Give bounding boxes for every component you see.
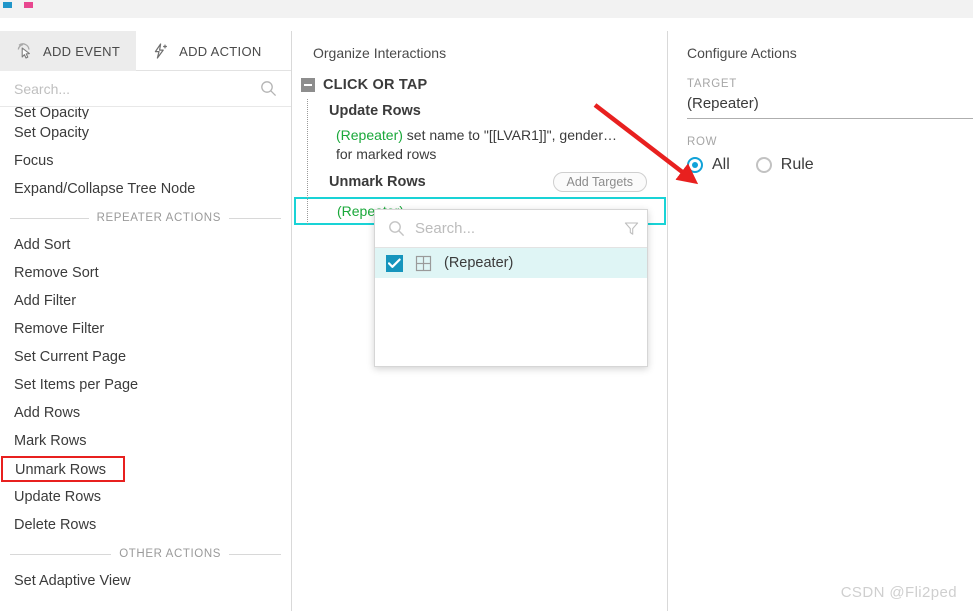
- tab-add-event-label: ADD EVENT: [43, 43, 121, 59]
- list-item-set-current-page[interactable]: Set Current Page: [0, 343, 291, 371]
- list-item-mark-rows[interactable]: Mark Rows: [0, 427, 291, 455]
- sidebar-search-row[interactable]: [0, 71, 291, 107]
- add-targets-button[interactable]: Add Targets: [552, 172, 647, 192]
- list-item-focus[interactable]: Focus: [0, 147, 291, 175]
- mini-square-blue-icon: [3, 2, 12, 8]
- target-field-label: TARGET: [687, 78, 737, 90]
- list-item-remove-filter[interactable]: Remove Filter: [0, 315, 291, 343]
- action-description-update-rows[interactable]: (Repeater) set name to "[[LVAR1]]", gend…: [293, 126, 623, 164]
- list-item-set-opacity[interactable]: Set Opacity: [0, 119, 291, 147]
- list-item-update-rows[interactable]: Update Rows: [0, 483, 291, 511]
- repeater-grid-icon: [415, 255, 432, 272]
- list-item-add-sort[interactable]: Add Sort: [0, 231, 291, 259]
- popup-list-item-label: (Repeater): [444, 255, 514, 271]
- target-picker-popup: (Repeater): [374, 209, 648, 367]
- checkbox-repeater[interactable]: [386, 254, 403, 272]
- sidebar-tabs: ADD EVENT ADD ACTION: [0, 31, 291, 71]
- radio-option-rule[interactable]: Rule: [755, 156, 814, 174]
- list-item-unmark-rows-wrap: Unmark Rows: [0, 455, 291, 483]
- row-field-label: ROW: [687, 136, 718, 148]
- title-bar: [0, 0, 973, 18]
- tab-add-action-label: ADD ACTION: [179, 43, 262, 59]
- search-input[interactable]: [14, 80, 260, 97]
- action-row-unmark-rows: Unmark Rows Add Targets: [293, 172, 667, 192]
- list-item-set-items-per-page[interactable]: Set Items per Page: [0, 371, 291, 399]
- section-divider-other-actions: OTHER ACTIONS: [0, 541, 291, 567]
- list-item-add-filter[interactable]: Add Filter: [0, 287, 291, 315]
- action-title-unmark-rows[interactable]: Unmark Rows: [293, 174, 426, 190]
- list-item-remove-sort[interactable]: Remove Sort: [0, 259, 291, 287]
- list-item-clipped[interactable]: Set Opacity: [0, 107, 291, 119]
- target-field-value[interactable]: (Repeater): [669, 95, 973, 112]
- title-bar-icons: [3, 2, 33, 8]
- watermark: CSDN @Fli2ped: [840, 584, 957, 601]
- event-row-click-or-tap[interactable]: CLICK OR TAP: [293, 77, 667, 93]
- configure-actions-panel: Configure Actions TARGET (Repeater) ROW …: [669, 31, 973, 611]
- filter-funnel-icon[interactable]: [624, 221, 639, 236]
- event-label: CLICK OR TAP: [323, 77, 428, 93]
- tree-connector-line: [307, 99, 308, 224]
- list-item-set-adaptive-view[interactable]: Set Adaptive View: [0, 567, 291, 595]
- action-target-repeater: (Repeater): [336, 127, 403, 143]
- cursor-click-icon: [16, 42, 34, 60]
- list-item-unmark-rows[interactable]: Unmark Rows: [1, 456, 125, 482]
- list-item-delete-rows[interactable]: Delete Rows: [0, 511, 291, 539]
- popup-search-row[interactable]: [375, 210, 647, 248]
- target-field-underline: [687, 118, 973, 119]
- interactions-tree: CLICK OR TAP Update Rows (Repeater) set …: [293, 77, 667, 225]
- actions-list: Set Opacity Set Opacity Focus Expand/Col…: [0, 107, 291, 595]
- title-bar-spacer: [0, 18, 973, 31]
- list-item-expand-collapse-tree-node[interactable]: Expand/Collapse Tree Node: [0, 175, 291, 203]
- actions-sidebar: ADD EVENT ADD ACTION Search... Set Opaci…: [0, 31, 292, 611]
- app-window: ADD EVENT ADD ACTION Search... Set Opaci…: [0, 0, 973, 611]
- tab-add-action[interactable]: ADD ACTION: [136, 31, 277, 71]
- organize-interactions-title: Organize Interactions: [313, 45, 447, 61]
- section-label-other-actions: OTHER ACTIONS: [119, 548, 221, 560]
- search-icon: [388, 220, 405, 237]
- row-radio-group: All Rule: [669, 156, 973, 174]
- radio-option-all[interactable]: All: [687, 156, 730, 174]
- list-item-add-rows[interactable]: Add Rows: [0, 399, 291, 427]
- action-description-text-line2: for marked rows: [336, 146, 437, 162]
- section-label-repeater-actions: REPEATER ACTIONS: [96, 212, 221, 224]
- mini-square-pink-icon: [24, 2, 33, 8]
- radio-rule-label: Rule: [780, 156, 814, 173]
- popup-list-item-repeater[interactable]: (Repeater): [375, 248, 647, 278]
- collapse-minus-icon[interactable]: [301, 78, 315, 92]
- search-icon[interactable]: [260, 80, 277, 97]
- radio-all-label: All: [712, 156, 730, 173]
- lightning-plus-icon: [152, 42, 170, 60]
- section-divider-repeater-actions: REPEATER ACTIONS: [0, 205, 291, 231]
- radio-all-dot[interactable]: [687, 157, 703, 173]
- action-description-text: set name to "[[LVAR1]]", gender…: [402, 127, 618, 143]
- radio-rule-dot[interactable]: [755, 157, 772, 173]
- configure-actions-title: Configure Actions: [687, 45, 797, 61]
- tab-add-event[interactable]: ADD EVENT: [0, 31, 137, 71]
- action-title-update-rows[interactable]: Update Rows: [293, 103, 667, 119]
- popup-search-input[interactable]: [415, 220, 614, 237]
